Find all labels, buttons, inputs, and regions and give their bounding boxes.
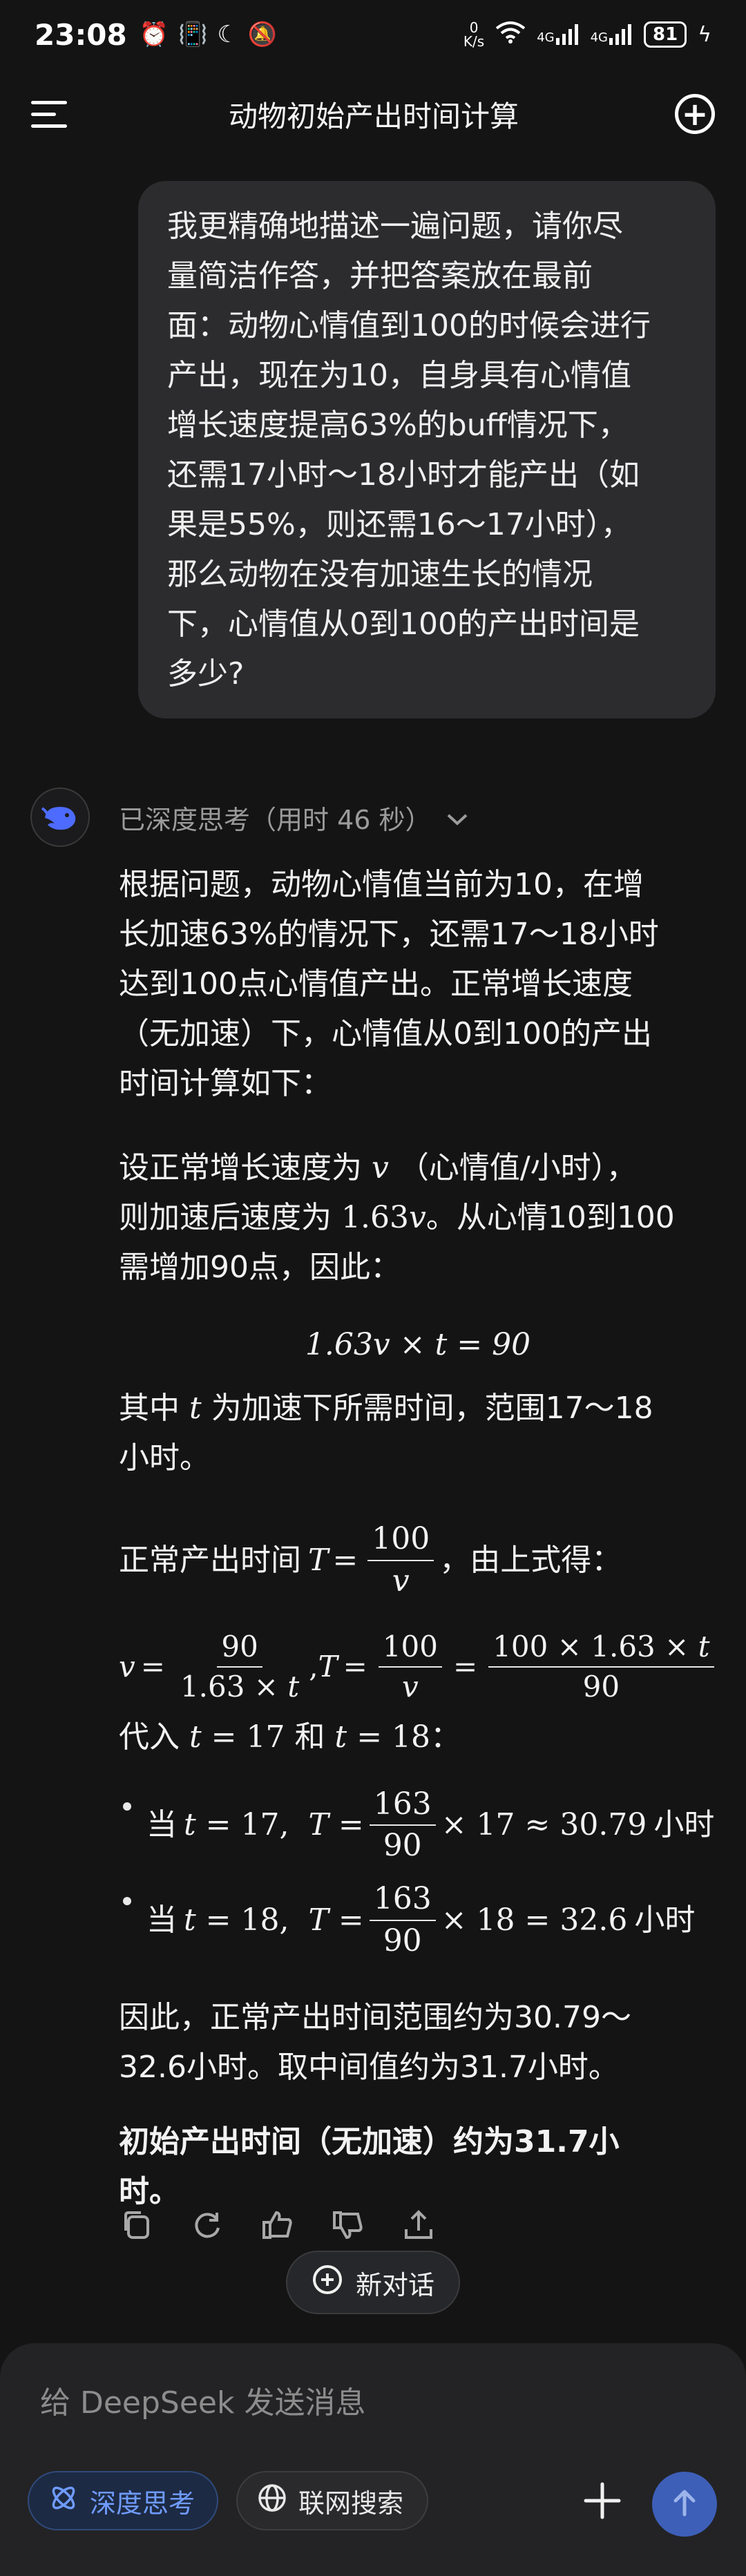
thumbs-up-icon[interactable] bbox=[260, 2207, 296, 2246]
deep-think-toggle[interactable]: 深度思考 bbox=[28, 2471, 218, 2530]
net-speed: 0 K/s bbox=[463, 19, 485, 50]
answer-normal-time-formula: 正常产出时间 T = 100 v ，由上式得： bbox=[119, 1521, 622, 1599]
user-message-line: 增长速度提高63%的buff情况下， bbox=[167, 408, 629, 443]
wifi-icon bbox=[495, 20, 526, 49]
user-message-line: 那么动物在没有加速生长的情况 bbox=[167, 557, 593, 592]
answer-final: 初始产出时间（无加速）约为31.7小 时。 bbox=[119, 2124, 620, 2210]
status-bar: 23:08 ⏰ 📳 ☾ 🔕 0 K/s 4G 4G 81 ϟ bbox=[0, 0, 746, 69]
moon-icon: ☾ bbox=[217, 21, 238, 48]
bullet-t17: 当 t = 17, T = 163 90 × 17 ≈ 30.79 小时 bbox=[119, 1786, 717, 1864]
deep-think-label: 深度思考 bbox=[90, 2488, 195, 2519]
user-message-line: 我更精确地描述一遍问题，请你尽 bbox=[167, 209, 623, 244]
deepseek-whale-icon bbox=[30, 788, 90, 847]
globe-icon bbox=[257, 2483, 287, 2519]
equation-rate-time: 1.63v × t = 90 bbox=[305, 1327, 531, 1362]
answer-paragraph-t: 其中 t 为加速下所需时间，范围17～18 小时。 bbox=[119, 1391, 653, 1476]
regenerate-icon[interactable] bbox=[189, 2207, 225, 2246]
equation-derivation: v = 90 1.63 × t , T = 100 v = 100 × 1.63 × t… bbox=[119, 1630, 717, 1704]
vibrate-icon: 📳 bbox=[178, 21, 208, 48]
battery-indicator: 81 bbox=[644, 21, 687, 48]
chevron-down-icon bbox=[446, 802, 469, 832]
bullet-t18: 当 t = 18, T = 163 90 × 18 = 32.6 小时 bbox=[119, 1881, 717, 1958]
attach-plus-icon[interactable] bbox=[582, 2480, 623, 2521]
signal-icon-2: 4G bbox=[591, 24, 633, 45]
message-input[interactable]: 给 DeepSeek 发送消息 bbox=[40, 2378, 365, 2422]
arrow-up-icon bbox=[669, 2487, 700, 2521]
alarm-icon: ⏰ bbox=[139, 21, 169, 48]
charging-icon: ϟ bbox=[698, 22, 711, 47]
copy-icon[interactable] bbox=[119, 2207, 155, 2246]
message-composer: 给 DeepSeek 发送消息 深度思考 联网搜索 bbox=[0, 2343, 746, 2576]
thumbs-down-icon[interactable] bbox=[330, 2207, 366, 2246]
status-time: 23:08 bbox=[35, 17, 127, 52]
page-title: 动物初始产出时间计算 bbox=[228, 99, 519, 133]
user-message-line: 量简洁作答，并把答案放在最前 bbox=[167, 258, 593, 294]
user-message-line: 还需17小时～18小时才能产出（如 bbox=[167, 457, 640, 493]
user-message-line: 果是55%，则还需16～17小时）， bbox=[167, 507, 631, 542]
message-actions bbox=[119, 2207, 437, 2246]
assistant-answer: 根据问题，动物心情值当前为10，在增 长加速63%的情况下，还需17～18小时 … bbox=[119, 860, 717, 2217]
substitute-line: 代入 t = 17 和 t = 18： bbox=[119, 1719, 461, 1755]
answer-intro: 根据问题，动物心情值当前为10，在增 长加速63%的情况下，还需17～18小时 … bbox=[119, 867, 659, 1101]
atom-icon bbox=[48, 2483, 79, 2519]
app-header: 动物初始产出时间计算 + bbox=[0, 69, 746, 159]
new-chat-button[interactable]: 新对话 bbox=[286, 2251, 460, 2314]
answer-conclusion: 因此，正常产出时间范围约为30.79～ 32.6小时。取中间值约为31.7小时。 bbox=[119, 2000, 631, 2086]
send-button[interactable] bbox=[652, 2472, 717, 2537]
user-message-line: 面：动物心情值到100的时候会进行 bbox=[167, 308, 651, 343]
answer-paragraph-speed: 设正常增长速度为 v （心情值/小时）， 则加速后速度为 1.63v。从心情10… bbox=[119, 1150, 675, 1285]
menu-icon[interactable] bbox=[31, 93, 73, 135]
user-message-line: 多少? bbox=[167, 656, 245, 691]
web-search-label: 联网搜索 bbox=[298, 2488, 404, 2519]
plus-circle-icon bbox=[312, 2264, 343, 2302]
web-search-toggle[interactable]: 联网搜索 bbox=[236, 2471, 428, 2530]
signal-icon-1: 4G bbox=[537, 24, 579, 45]
new-chat-icon[interactable]: + bbox=[674, 94, 715, 134]
user-message-line: 产出，现在为10，自身具有心情值 bbox=[167, 358, 631, 393]
think-status-label: 已深度思考（用时 46 秒） bbox=[119, 804, 432, 835]
share-icon[interactable] bbox=[401, 2207, 437, 2246]
new-chat-label: 新对话 bbox=[355, 2269, 434, 2300]
bell-off-icon: 🔕 bbox=[247, 21, 278, 48]
think-status-toggle[interactable]: 已深度思考（用时 46 秒） bbox=[119, 794, 469, 840]
user-message-line: 下，心情值从0到100的产出时间是 bbox=[167, 607, 640, 642]
user-message-bubble: 我更精确地描述一遍问题，请你尽 量简洁作答，并把答案放在最前 面：动物心情值到1… bbox=[138, 181, 716, 718]
